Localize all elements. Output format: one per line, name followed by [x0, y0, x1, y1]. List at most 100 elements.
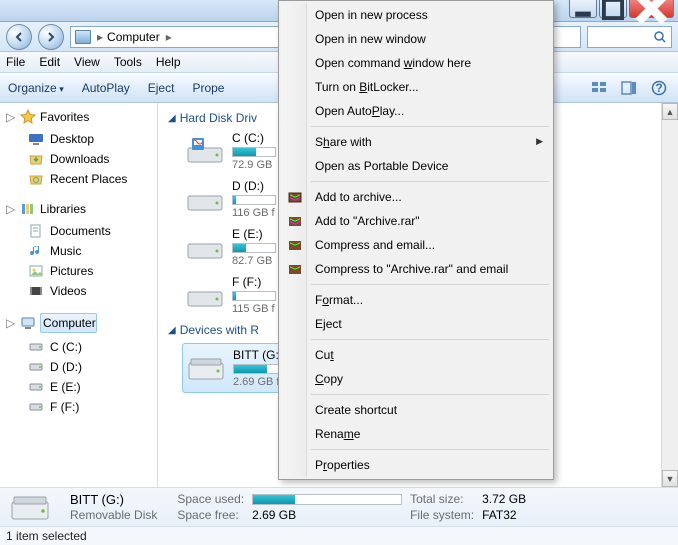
window-close-button[interactable] — [629, 0, 674, 18]
drive-name: D (D:) — [232, 179, 276, 193]
sidebar-item-label: Recent Places — [50, 172, 127, 186]
documents-icon — [28, 223, 44, 239]
group-label: Hard Disk Driv — [180, 111, 257, 125]
total-size-label: Total size: — [410, 492, 474, 506]
menu-edit[interactable]: Edit — [39, 55, 60, 69]
ctx-properties[interactable]: Properties — [281, 453, 551, 477]
navigation-pane: ▷ Favorites Desktop Downloads Recent Pla… — [0, 103, 158, 487]
breadcrumb-location[interactable]: Computer — [107, 30, 160, 44]
scroll-up-button[interactable]: ▲ — [662, 103, 678, 120]
menu-file[interactable]: File — [6, 55, 25, 69]
capacity-bar — [232, 243, 276, 253]
separator — [311, 394, 549, 395]
ctx-open-portable-device[interactable]: Open as Portable Device — [281, 154, 551, 178]
libraries-group: ▷ Libraries Documents Music Pictures Vid… — [6, 201, 153, 301]
separator — [311, 284, 549, 285]
sidebar-item-downloads[interactable]: Downloads — [6, 149, 153, 169]
favorites-group: ▷ Favorites Desktop Downloads Recent Pla… — [6, 109, 153, 189]
window-minimize-button[interactable] — [569, 0, 597, 18]
forward-button[interactable] — [38, 24, 64, 50]
favorites-label[interactable]: Favorites — [40, 110, 89, 124]
hdd-icon — [28, 359, 44, 375]
sidebar-item-desktop[interactable]: Desktop — [6, 129, 153, 149]
hdd-icon — [186, 232, 224, 262]
space-free-label: Space free: — [177, 508, 244, 522]
ctx-open-autoplay[interactable]: Open AutoPlay... — [281, 99, 551, 123]
sidebar-item-label: C (C:) — [50, 340, 82, 354]
drive-free: 72.9 GB — [232, 159, 276, 171]
back-button[interactable] — [6, 24, 32, 50]
window-maximize-button[interactable] — [599, 0, 627, 18]
ctx-open-cmd-here[interactable]: Open command window here — [281, 51, 551, 75]
ctx-compress-rar-email[interactable]: Compress to "Archive.rar" and email — [281, 257, 551, 281]
group-label: Devices with R — [180, 323, 259, 337]
sidebar-item-music[interactable]: Music — [6, 241, 153, 261]
ctx-open-new-process[interactable]: Open in new process — [281, 3, 551, 27]
collapse-icon[interactable]: ▷ — [6, 316, 16, 330]
system-hdd-icon — [186, 136, 224, 166]
ctx-format[interactable]: Format... — [281, 288, 551, 312]
sidebar-item-drive-c[interactable]: C (C:) — [6, 337, 153, 357]
sidebar-item-pictures[interactable]: Pictures — [6, 261, 153, 281]
computer-icon — [20, 315, 36, 331]
sidebar-item-label: Documents — [50, 224, 111, 238]
ctx-share-with[interactable]: Share with — [281, 130, 551, 154]
winrar-icon — [287, 189, 303, 205]
computer-group: ▷ Computer C (C:) D (D:) E (E:) F (F:) — [6, 313, 153, 417]
scroll-down-button[interactable]: ▼ — [662, 470, 678, 487]
vertical-scrollbar[interactable]: ▲ ▼ — [661, 103, 678, 487]
ctx-compress-email[interactable]: Compress and email... — [281, 233, 551, 257]
sidebar-item-videos[interactable]: Videos — [6, 281, 153, 301]
eject-button[interactable]: Eject — [148, 81, 175, 95]
autoplay-button[interactable]: AutoPlay — [82, 81, 130, 95]
ctx-rename[interactable]: Rename — [281, 422, 551, 446]
drive-name: E (E:) — [232, 227, 276, 241]
drive-name: F (F:) — [232, 275, 276, 289]
sidebar-item-drive-f[interactable]: F (F:) — [6, 397, 153, 417]
space-free-value: 2.69 GB — [252, 508, 402, 522]
hdd-icon — [28, 399, 44, 415]
breadcrumb-chevron: ▸ — [166, 30, 172, 44]
collapse-icon[interactable]: ▷ — [6, 110, 16, 124]
ctx-add-to-archive-rar[interactable]: Add to "Archive.rar" — [281, 209, 551, 233]
hdd-icon — [186, 280, 224, 310]
organize-button[interactable]: Organize — [8, 81, 64, 95]
winrar-icon — [287, 261, 303, 277]
filesystem-label: File system: — [410, 508, 474, 522]
computer-icon — [75, 30, 91, 44]
capacity-bar — [232, 195, 276, 205]
winrar-icon — [287, 237, 303, 253]
svg-text:?: ? — [655, 81, 662, 95]
help-button[interactable]: ? — [648, 77, 670, 99]
removable-drive-icon — [10, 492, 50, 522]
sidebar-item-documents[interactable]: Documents — [6, 221, 153, 241]
ctx-cut[interactable]: Cut — [281, 343, 551, 367]
ctx-bitlocker[interactable]: Turn on BitLocker... — [281, 75, 551, 99]
menu-help[interactable]: Help — [156, 55, 181, 69]
status-bar-text: 1 item selected — [6, 529, 87, 543]
sidebar-item-drive-d[interactable]: D (D:) — [6, 357, 153, 377]
preview-pane-button[interactable] — [618, 77, 640, 99]
capacity-bar — [232, 147, 276, 157]
computer-label[interactable]: Computer — [40, 313, 97, 333]
ctx-open-new-window[interactable]: Open in new window — [281, 27, 551, 51]
collapse-icon[interactable]: ▷ — [6, 202, 16, 216]
view-mode-button[interactable] — [588, 77, 610, 99]
menu-view[interactable]: View — [74, 55, 100, 69]
sidebar-item-drive-e[interactable]: E (E:) — [6, 377, 153, 397]
drive-name: C (C:) — [232, 131, 276, 145]
downloads-icon — [28, 151, 44, 167]
videos-icon — [28, 283, 44, 299]
context-menu: Open in new process Open in new window O… — [278, 0, 554, 480]
ctx-create-shortcut[interactable]: Create shortcut — [281, 398, 551, 422]
ctx-add-to-archive[interactable]: Add to archive... — [281, 185, 551, 209]
libraries-label[interactable]: Libraries — [40, 202, 86, 216]
sidebar-item-recent[interactable]: Recent Places — [6, 169, 153, 189]
properties-button[interactable]: Prope — [192, 81, 224, 95]
ctx-copy[interactable]: Copy — [281, 367, 551, 391]
status-bar: 1 item selected — [0, 526, 678, 545]
menu-tools[interactable]: Tools — [114, 55, 142, 69]
ctx-eject[interactable]: Eject — [281, 312, 551, 336]
details-pane: BITT (G:) Removable Disk Space used: Tot… — [0, 487, 678, 526]
separator — [311, 339, 549, 340]
